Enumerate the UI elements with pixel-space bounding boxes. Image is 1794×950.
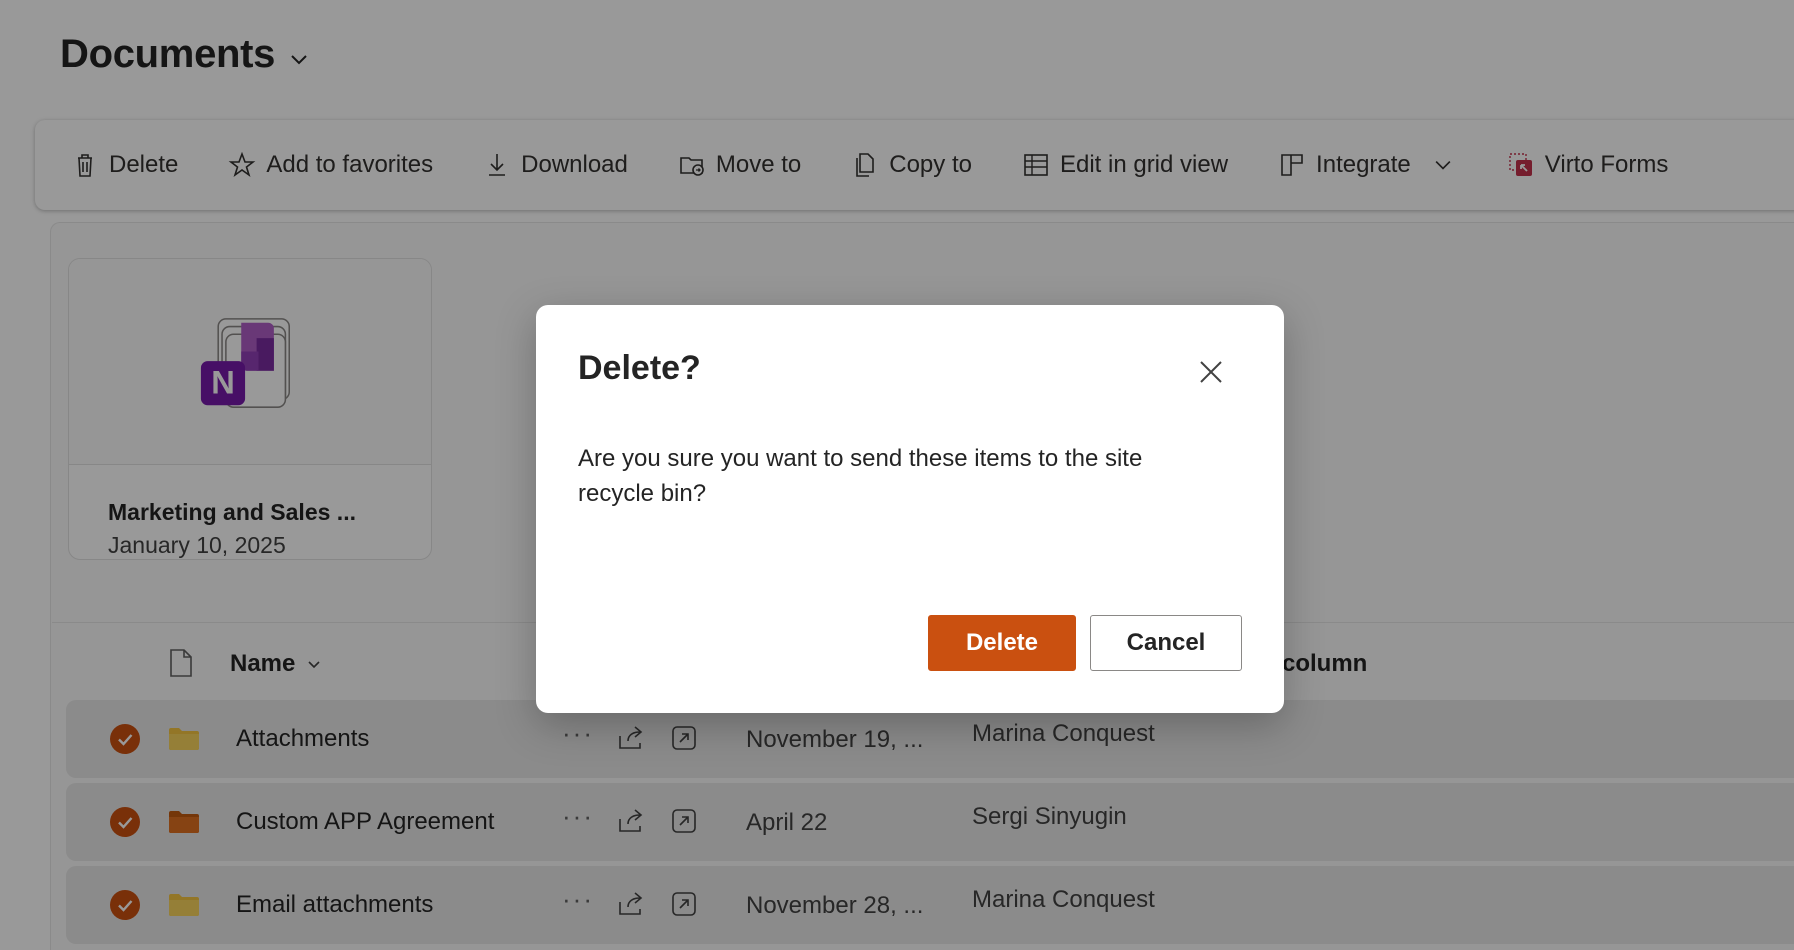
close-icon[interactable] [1196, 357, 1226, 387]
dialog-title: Delete? [578, 349, 701, 387]
delete-confirmation-dialog: Delete? Are you sure you want to send th… [536, 305, 1284, 713]
cancel-button[interactable]: Cancel [1090, 615, 1242, 671]
confirm-delete-button[interactable]: Delete [928, 615, 1076, 671]
document-library-page: Documents Delete Add to favorites Downlo… [0, 0, 1794, 950]
dialog-message: Are you sure you want to send these item… [578, 445, 1143, 507]
